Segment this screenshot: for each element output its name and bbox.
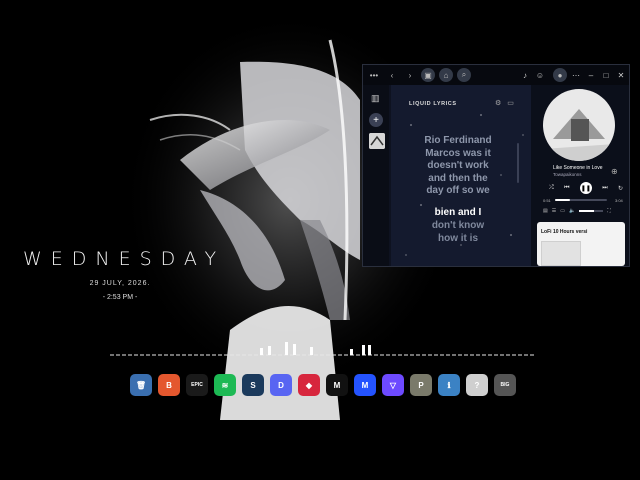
time-total: 3:04 (615, 198, 623, 203)
next-icon[interactable]: ⏭ (602, 185, 607, 192)
lyric-line: how it is (438, 232, 478, 244)
volume-slider[interactable] (579, 210, 604, 212)
card-thumbnail (541, 241, 581, 266)
brave-icon[interactable]: B (158, 374, 180, 396)
now-playing-panel: Like Someone in Love Towapaikonns ⊕ ⤮ ⏮ … (531, 85, 629, 266)
track-artist[interactable]: Towapaikonns (553, 172, 582, 177)
shuffle-icon[interactable]: ⤮ (549, 185, 554, 192)
pause-button[interactable]: ❚❚ (579, 182, 592, 194)
close-icon[interactable]: ✕ (615, 68, 627, 82)
audio-visualizer (110, 342, 536, 356)
progress-bar[interactable] (555, 199, 607, 201)
lyrics-past-lines: Rio Ferdinand Marcos was it doesn't work an… (403, 135, 513, 198)
lyric-line: day off so we (426, 185, 490, 196)
marketplace-icon[interactable]: ▣ (421, 68, 435, 82)
lyric-line: Rio Ferdinand (424, 135, 492, 146)
previous-icon[interactable]: ⏮ (564, 185, 569, 192)
help-icon[interactable]: ? (466, 374, 488, 396)
volume-icon[interactable]: 🔈 (569, 208, 575, 214)
lyrics-scrollbar[interactable] (517, 143, 519, 183)
lyrics-next-lines: don't know how it is (403, 220, 513, 245)
steam-icon[interactable]: S (242, 374, 264, 396)
lyrics-panel: LIQUID LYRICS ⚙▭ Rio Ferdinand Marcos was… (391, 85, 531, 266)
discord-icon[interactable]: D (270, 374, 292, 396)
device-icon[interactable]: ▭ (560, 208, 565, 214)
forward-icon[interactable]: › (403, 68, 417, 82)
malwarebytes-icon[interactable]: M (354, 374, 376, 396)
lyric-line: and then the (428, 172, 488, 184)
related-video-card[interactable]: LoFi 10 Hours versi (537, 222, 625, 266)
add-playlist-button[interactable]: + (369, 113, 383, 127)
clock-widget: WEDNESDAY 29 JULY, 2026. - 2:53 PM - (0, 248, 240, 301)
album-cover (543, 89, 615, 161)
time-label: - 2:53 PM - (102, 294, 138, 301)
more-icon[interactable]: ⋯ (570, 68, 582, 82)
weekday-label: WEDNESDAY (22, 248, 226, 270)
lyrics-title: LIQUID LYRICS (409, 101, 457, 107)
lyrics-options-icon[interactable]: ⚙▭ (495, 99, 520, 107)
add-to-library-icon[interactable]: ⊕ (611, 167, 618, 176)
queue-icon[interactable]: ☰ (552, 208, 556, 214)
menu-icon[interactable]: ••• (367, 68, 381, 82)
back-icon[interactable]: ‹ (385, 68, 399, 82)
file-browser-icon[interactable]: ℹ (438, 374, 460, 396)
minimize-icon[interactable]: – (585, 68, 597, 82)
pubg-icon[interactable]: P (410, 374, 432, 396)
search-icon[interactable]: ⌕ (457, 68, 471, 82)
date-label: 29 JULY, 2026. (89, 280, 151, 287)
proton-vpn-icon[interactable]: ▽ (382, 374, 404, 396)
game-launcher-icon[interactable]: BIG (494, 374, 516, 396)
avatar[interactable]: ● (553, 68, 567, 82)
lyric-line: Marcos was it (425, 147, 491, 159)
library-item-thumbnail[interactable] (369, 133, 385, 149)
lyrics-icon[interactable]: ▤ (543, 208, 548, 214)
mega-icon[interactable]: M (326, 374, 348, 396)
lyrics-current-line: bien and I (434, 207, 482, 218)
home-icon[interactable]: ⌂ (439, 68, 453, 82)
bell-icon[interactable]: ♪ (519, 68, 531, 82)
extra-controls: ▤ ☰ ▭ 🔈 ⛶ (543, 208, 625, 214)
friends-icon[interactable]: ☺ (534, 68, 546, 82)
track-title[interactable]: Like Someone in Love (553, 165, 602, 171)
fullscreen-icon[interactable]: ⛶ (607, 208, 611, 214)
spotify-icon[interactable]: ≋ (214, 374, 236, 396)
playback-controls: ⤮ ⏮ ❚❚ ⏭ ↻ (549, 182, 623, 194)
card-title: LoFi 10 Hours versi (541, 229, 588, 235)
lyric-line: doesn't work (427, 160, 489, 171)
taskbar-dock: 🗑 B EPIC ≋ S D ◆ M M ▽ Pℹ? BIG (130, 374, 516, 396)
spotify-window: ••• ‹ › ▣ ⌂ ⌕ ♪ ☺ ● ⋯ – □ ✕ ▥ + LIQUID L… (362, 64, 630, 267)
epic-launcher-icon[interactable]: ◆ (298, 374, 320, 396)
progress-row: 0:51 3:04 (543, 198, 623, 203)
epic-games-icon[interactable]: EPIC (186, 374, 208, 396)
library-sidebar: ▥ + (363, 85, 389, 266)
spotify-titlebar: ••• ‹ › ▣ ⌂ ⌕ ♪ ☺ ● ⋯ – □ ✕ (363, 65, 629, 85)
time-elapsed: 0:51 (543, 198, 551, 203)
recycle-bin-icon[interactable]: 🗑 (130, 374, 152, 396)
library-icon[interactable]: ▥ (371, 93, 380, 104)
maximize-icon[interactable]: □ (600, 68, 612, 82)
lyric-line: don't know (431, 220, 485, 231)
repeat-icon[interactable]: ↻ (618, 185, 623, 192)
